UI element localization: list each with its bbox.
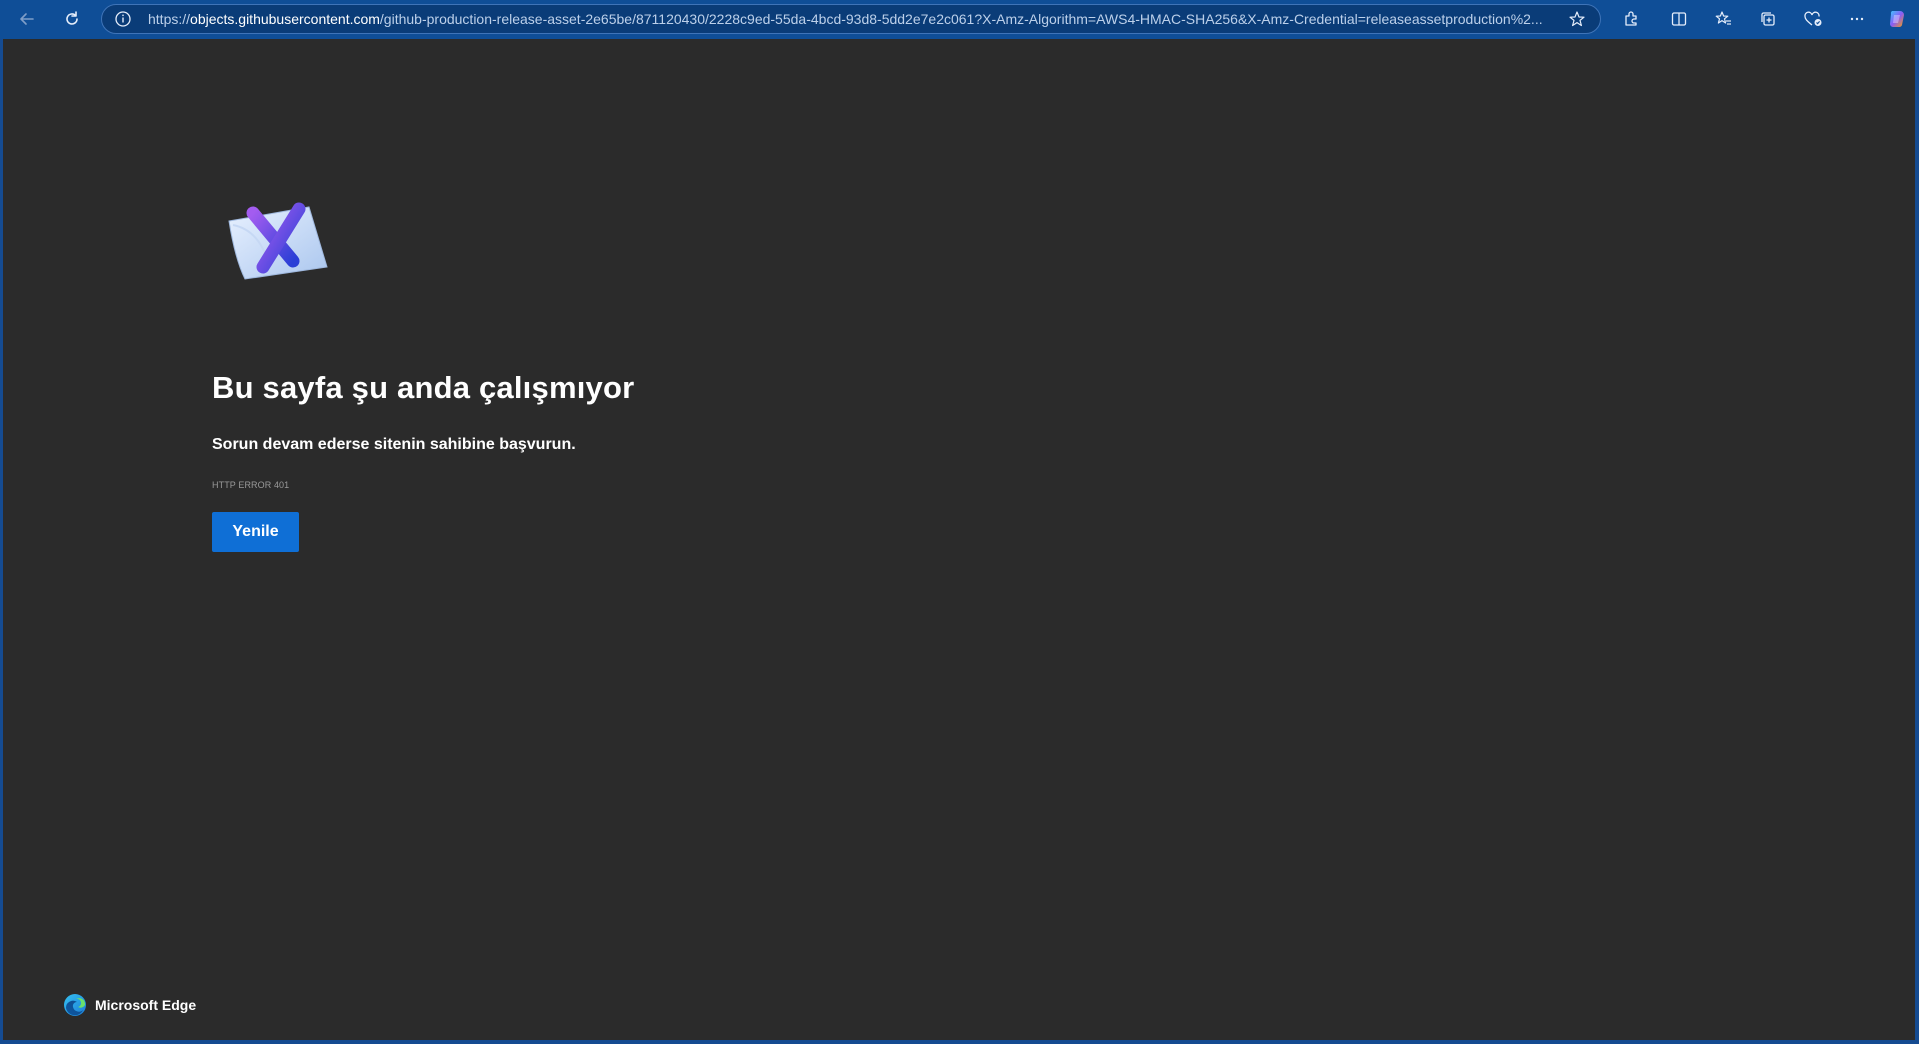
- microsoft-edge-logo-icon: [64, 994, 86, 1016]
- favorites-icon: [1715, 11, 1731, 25]
- collections-button[interactable]: [1751, 4, 1785, 34]
- browser-essentials-button[interactable]: [1796, 4, 1830, 34]
- error-headline: Bu sayfa şu anda çalışmıyor: [212, 370, 635, 405]
- url-text[interactable]: https://objects.githubusercontent.com/gi…: [148, 5, 1648, 33]
- back-icon: [20, 13, 34, 25]
- browser-toolbar: https://objects.githubusercontent.com/gi…: [0, 0, 1919, 39]
- address-bar[interactable]: https://objects.githubusercontent.com/gi…: [101, 4, 1601, 34]
- brand-label: Microsoft Edge: [95, 997, 197, 1013]
- more-button[interactable]: [1840, 4, 1874, 34]
- reload-button[interactable]: Yenile: [212, 512, 299, 552]
- broken-page-icon: [228, 202, 328, 280]
- extensions-icon: [1625, 11, 1637, 26]
- info-icon[interactable]: [114, 10, 132, 28]
- browser-window: https://objects.githubusercontent.com/gi…: [0, 0, 1919, 1044]
- url-scheme: https://: [148, 11, 191, 27]
- extensions-button[interactable]: [1614, 4, 1648, 34]
- copilot-button[interactable]: [1880, 4, 1914, 34]
- refresh-icon: [66, 11, 78, 25]
- error-page: Bu sayfa şu anda çalışmıyor Sorun devam …: [3, 39, 1915, 1040]
- edge-branding: Microsoft Edge: [63, 993, 196, 1017]
- collections-icon: [1761, 12, 1775, 26]
- error-code: HTTP ERROR 401: [212, 480, 290, 490]
- back-button[interactable]: [10, 4, 44, 34]
- url-path: /github-production-release-asset-2e65be/…: [379, 11, 1543, 27]
- refresh-button[interactable]: [55, 4, 89, 34]
- favorite-star-icon[interactable]: [1568, 10, 1586, 28]
- error-message: Sorun devam ederse sitenin sahibine başv…: [212, 436, 576, 453]
- browser-essentials-icon: [1804, 11, 1822, 26]
- copilot-icon: [1890, 11, 1904, 28]
- split-screen-icon: [1671, 12, 1687, 26]
- url-host: objects.githubusercontent.com: [190, 11, 380, 27]
- more-icon: [1850, 17, 1864, 21]
- split-screen-button[interactable]: [1662, 4, 1696, 34]
- favorites-button[interactable]: [1707, 4, 1741, 34]
